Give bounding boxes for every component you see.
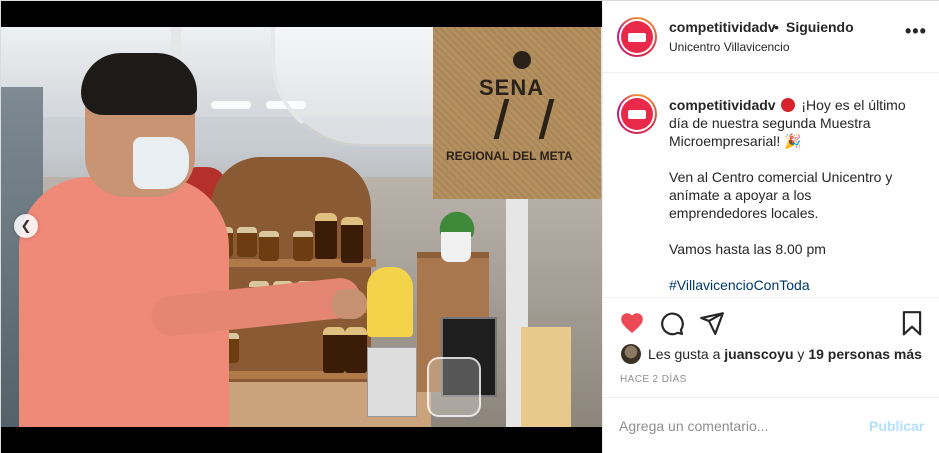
caption-line: Ven al Centro comercial Unicentro y [669,169,893,185]
caption-line: emprendedores locales. [669,205,819,221]
man-hand [331,289,367,319]
escalator-railing [271,27,441,147]
bookmark-icon [902,311,922,336]
more-options-icon[interactable]: ••• [905,22,926,45]
honey-jar [237,227,257,257]
prev-image-button[interactable]: ❮ [14,214,38,238]
honey-bottle [341,217,363,263]
paper-plane-icon [700,312,724,335]
post-header: competitividadv • Siguiendo Unicentro Vi… [603,1,939,73]
booklet [367,347,417,417]
caption-username[interactable]: competitividadv [669,97,776,113]
product-poster [521,327,571,427]
man-hair [81,53,197,115]
liker-username[interactable]: juanscoyu [724,346,793,362]
bag-brand: SENA [479,75,545,100]
following-button[interactable]: Siguiendo [786,19,854,35]
sena-logo-icon [513,51,531,69]
likes-others-link[interactable]: 19 personas más [808,346,922,362]
hashtag-link[interactable]: #VillavicencioConToda [669,276,925,294]
instagram-post: SENA REGIONAL DEL META ❮ competitividadv… [0,0,939,453]
honey-bottle [345,327,367,373]
caption-line: Vamos hasta las 8.00 pm [669,241,826,257]
caption-line: día de nuestra segunda Muestra [669,115,871,131]
share-button[interactable] [699,310,725,336]
avatar[interactable] [617,17,657,57]
honey-jar [293,231,313,261]
red-circle-icon [781,98,796,112]
caption-line: Microempresarial! 🎉 [669,133,802,149]
caption-text: competitividadv ¡Hoy es el último día de… [669,96,925,294]
post-side-panel: competitividadv • Siguiendo Unicentro Vi… [602,1,939,453]
post-caption: competitividadv ¡Hoy es el último día de… [603,74,939,296]
person-yellow-shirt [367,267,413,337]
plant [429,197,485,237]
ceiling-light [211,101,251,109]
post-timestamp[interactable]: HACE 2 DÍAS [620,374,687,385]
save-button[interactable] [899,310,925,336]
bag-region: REGIONAL DEL META [446,149,573,163]
post-media: SENA REGIONAL DEL META ❮ [1,1,602,453]
header-username[interactable]: competitividadv [669,19,776,35]
likes-summary: Les gusta a juanscoyu y 19 personas más [621,344,931,364]
face-mask [133,137,189,189]
like-button[interactable] [619,310,645,336]
action-bar [603,297,939,343]
sena-logo-figure [493,99,555,139]
honey-bottle [323,327,345,373]
post-photo[interactable]: SENA REGIONAL DEL META [1,27,602,427]
header-separator: • [774,19,779,35]
comment-icon [661,312,684,336]
caption-line: ¡Hoy es el último [801,97,906,113]
likes-text: Les gusta a juanscoyu y 19 personas más [648,346,922,362]
caption-line: anímate a apoyar a los [669,187,812,203]
honey-jar [259,231,279,261]
heart-icon [621,313,643,334]
chevron-left-icon: ❮ [20,218,32,233]
plant-pot [441,232,471,262]
comment-button[interactable] [659,310,685,336]
caption-avatar[interactable] [617,94,657,134]
honey-bottle [315,213,337,259]
location-link[interactable]: Unicentro Villavicencio [669,40,790,54]
publish-button[interactable]: Publicar [869,418,924,434]
liker-avatar[interactable] [621,344,641,364]
likes-prefix: Les gusta a [648,346,721,362]
glass-jar [427,357,481,417]
likes-connector: y [797,346,805,362]
comment-form: Publicar [603,397,939,453]
comment-input[interactable] [619,416,859,436]
sena-burlap-bag: SENA REGIONAL DEL META [433,27,601,199]
